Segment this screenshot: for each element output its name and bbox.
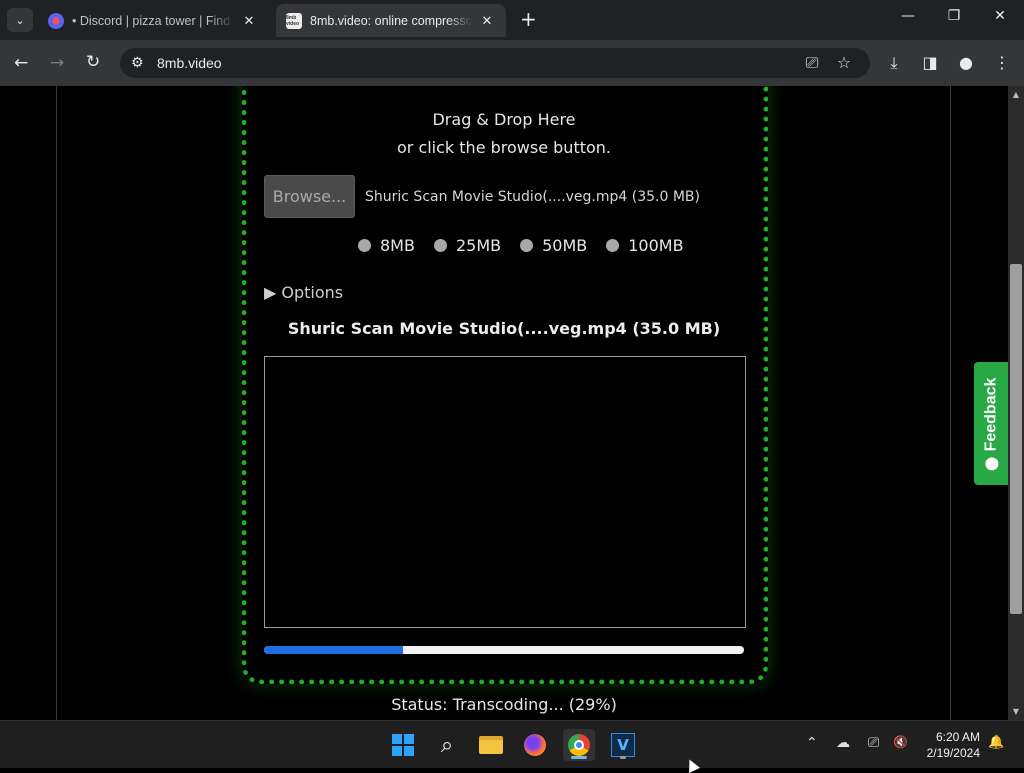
status-text: Status: Transcoding... (29%) xyxy=(391,695,617,714)
tab-close-icon[interactable]: ✕ xyxy=(478,13,496,29)
tab-title: 8mb.video: online compressor f xyxy=(310,13,472,28)
progress-fill xyxy=(264,646,404,654)
vegas-button[interactable]: V xyxy=(607,729,639,761)
search-icon: ⌕ xyxy=(440,732,454,758)
side-panel-icon[interactable]: ◨ xyxy=(920,53,940,72)
radio-button[interactable] xyxy=(606,239,620,252)
firefox-button[interactable] xyxy=(519,729,551,761)
tab-discord[interactable]: • Discord | pizza tower | Find yo ✕ xyxy=(38,4,268,37)
minimize-button[interactable]: — xyxy=(885,8,931,24)
selected-file-name: Shuric Scan Movie Studio(....veg.mp4 (35… xyxy=(365,189,700,205)
reload-button[interactable]: ↻ xyxy=(86,52,100,72)
onedrive-cloud-icon[interactable]: ☁ xyxy=(836,735,850,751)
progress-bar xyxy=(264,646,744,654)
chrome-icon xyxy=(568,734,590,756)
discord-icon xyxy=(48,12,64,29)
panel-border-right xyxy=(950,86,951,720)
clock-date: 2/19/2024 xyxy=(926,746,980,760)
search-button[interactable]: ⌕ xyxy=(431,729,463,761)
running-indicator xyxy=(620,756,626,759)
windows-logo-icon xyxy=(392,734,414,756)
drop-instruction-sub: or click the browse button. xyxy=(396,138,611,157)
downloads-icon[interactable]: ⤓ xyxy=(884,53,904,73)
file-title: Shuric Scan Movie Studio(....veg.mp4 (35… xyxy=(287,319,721,338)
forward-button[interactable]: → xyxy=(50,53,64,73)
address-bar[interactable] xyxy=(120,48,870,78)
tab-close-icon[interactable]: ✕ xyxy=(240,13,258,29)
show-hidden-icons-icon[interactable]: ⌃ xyxy=(806,735,818,751)
install-app-icon[interactable]: ⎚ xyxy=(802,53,822,73)
browse-button[interactable]: Browse... xyxy=(264,175,355,218)
video-preview[interactable] xyxy=(264,356,746,628)
tab-title: • Discord | pizza tower | Find yo xyxy=(72,13,234,28)
radio-button[interactable] xyxy=(520,239,534,252)
chevron-down-icon: ⌄ xyxy=(15,13,25,27)
site-info-icon[interactable]: ⚙ xyxy=(131,55,144,71)
folder-icon xyxy=(479,736,503,754)
url-text[interactable]: 8mb.video xyxy=(157,55,222,71)
new-tab-button[interactable]: + xyxy=(520,9,537,29)
chrome-button[interactable] xyxy=(563,729,595,761)
profile-icon[interactable]: ● xyxy=(956,53,976,72)
radio-button[interactable] xyxy=(433,239,447,252)
tab-strip: ⌄ • Discord | pizza tower | Find yo ✕ 8m… xyxy=(0,0,1024,40)
options-toggle[interactable]: ▶ Options xyxy=(264,283,343,302)
back-button[interactable]: ← xyxy=(14,53,28,73)
8mb-icon: 8mb video xyxy=(286,12,302,29)
tab-8mb-video[interactable]: 8mb video 8mb.video: online compressor f… xyxy=(276,4,506,37)
size-option-8mb[interactable]: 8MB xyxy=(358,236,415,255)
vertical-scrollbar[interactable]: ▲ ▼ xyxy=(1008,86,1024,720)
size-option-25mb[interactable]: 25MB xyxy=(433,236,501,255)
window-close-button[interactable]: ✕ xyxy=(977,8,1023,24)
running-indicator xyxy=(571,756,587,759)
radio-button[interactable] xyxy=(358,239,371,252)
volume-muted-icon[interactable]: 🔇 xyxy=(893,735,908,749)
vegas-icon: V xyxy=(611,733,635,757)
smile-icon xyxy=(984,456,998,470)
size-options: 8MB 25MB 50MB 100MB xyxy=(358,236,703,255)
tab-search-button[interactable]: ⌄ xyxy=(7,8,33,32)
page-content: Drag & Drop Here or click the browse but… xyxy=(0,86,1008,720)
feedback-label: Feedback xyxy=(982,377,999,451)
bookmark-star-icon[interactable]: ☆ xyxy=(834,53,854,72)
firefox-icon xyxy=(524,734,546,756)
panel-border-left xyxy=(56,86,57,720)
menu-icon[interactable]: ⋮ xyxy=(992,53,1012,72)
scroll-up-icon[interactable]: ▲ xyxy=(1008,90,1024,99)
clock-time: 6:20 AM xyxy=(935,730,980,744)
network-display-icon[interactable]: ⎚ xyxy=(868,735,879,751)
notification-bell-icon[interactable]: 🔔 xyxy=(988,735,1004,750)
size-option-100mb[interactable]: 100MB xyxy=(606,236,684,255)
drop-instruction: Drag & Drop Here xyxy=(432,110,576,129)
taskbar: ⌕ V ⌃ ☁ ⎚ 🔇 6:20 AM 2/19/2024 🔔 xyxy=(0,720,1024,768)
system-clock[interactable]: 6:20 AM 2/19/2024 xyxy=(927,729,980,761)
scroll-down-icon[interactable]: ▼ xyxy=(1008,707,1024,716)
file-explorer-button[interactable] xyxy=(475,729,507,761)
scrollbar-thumb[interactable] xyxy=(1010,264,1022,614)
restore-button[interactable]: ❐ xyxy=(931,8,977,24)
feedback-button[interactable]: Feedback xyxy=(974,362,1008,485)
start-button[interactable] xyxy=(387,729,419,761)
size-option-50mb[interactable]: 50MB xyxy=(520,236,587,255)
